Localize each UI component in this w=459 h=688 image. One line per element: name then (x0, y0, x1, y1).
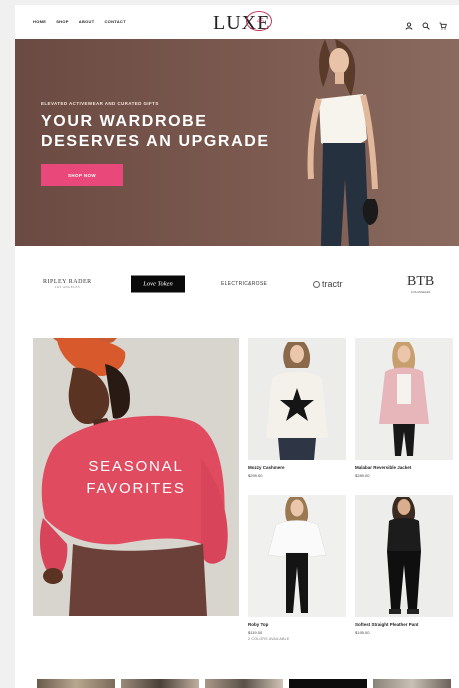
product-name[interactable]: Mozzy Cashmere (248, 465, 346, 470)
product-name[interactable]: Roby Top (248, 622, 346, 627)
product-photo (355, 495, 453, 617)
cart-icon[interactable] (439, 17, 447, 30)
search-icon[interactable] (422, 17, 430, 30)
hero-title: YOUR WARDROBE DESERVES AN UPGRADE (41, 112, 301, 152)
brand-name: tractr (322, 279, 343, 289)
hero-model-image (307, 39, 379, 246)
product-price: $289.00 (355, 473, 370, 478)
product-image[interactable] (248, 338, 346, 460)
logo-number: 45 (257, 17, 264, 25)
nav-contact[interactable]: CONTACT (104, 19, 125, 24)
product-image[interactable] (355, 495, 453, 617)
brand-logos: RIPLEY RADER LOS ANGELES Love Token ELEC… (15, 246, 459, 324)
brand-name: Love Token (143, 280, 173, 288)
product-name[interactable]: Softest Straight Pleather Pant (355, 622, 453, 627)
brand-btb[interactable]: BTB LOS ANGELES (407, 274, 434, 294)
product-price: $119.00 (248, 630, 263, 635)
product-card[interactable]: Malabar Reversible Jacket $289.00 (355, 338, 453, 478)
brand-name: ELECTRIC&ROSE (221, 281, 268, 287)
brand-ripley-rader[interactable]: RIPLEY RADER LOS ANGELES (43, 279, 92, 289)
seasonal-favorites-tile[interactable]: SEASONAL FAVORITES (33, 338, 239, 616)
brand-name: BTB (407, 274, 435, 289)
product-card[interactable]: Softest Straight Pleather Pant $195.00 (355, 495, 453, 635)
nav-about[interactable]: ABOUT (79, 19, 95, 24)
hero-banner: ELEVATED ACTIVEWEAR AND CURATED GIFTS YO… (15, 39, 459, 246)
product-name[interactable]: Malabar Reversible Jacket (355, 465, 453, 470)
shop-now-button[interactable]: SHOP NOW (41, 164, 123, 186)
nav-home[interactable]: HOME (33, 19, 46, 24)
brand-sub: LOS ANGELES (54, 285, 81, 289)
site-logo[interactable]: LUXE 45 (213, 10, 275, 34)
brand-love-token[interactable]: Love Token (131, 275, 185, 293)
product-image[interactable] (248, 495, 346, 617)
product-price: $299.00 (248, 473, 263, 478)
brand-sub: LOS ANGELES (410, 290, 431, 294)
product-photo (248, 338, 346, 460)
main-nav: HOME SHOP ABOUT CONTACT (33, 19, 126, 24)
bottom-thumbnail[interactable] (205, 679, 283, 688)
header-icons (405, 17, 447, 30)
product-card[interactable]: Mozzy Cashmere $299.00 (248, 338, 346, 478)
product-card[interactable]: Roby Top $119.00 2 COLORS AVAILABLE (248, 495, 346, 641)
product-color-note: 2 COLORS AVAILABLE (248, 637, 290, 641)
product-photo (248, 495, 346, 617)
bottom-thumbnail[interactable] (121, 679, 199, 688)
promo-line-2: FAVORITES (86, 480, 186, 497)
page: HOME SHOP ABOUT CONTACT LUXE 45 ELEVATED… (15, 5, 459, 688)
brand-electric-rose[interactable]: ELECTRIC&ROSE (221, 281, 267, 287)
hero-eyebrow: ELEVATED ACTIVEWEAR AND CURATED GIFTS (41, 101, 159, 106)
product-image[interactable] (355, 338, 453, 460)
nav-shop[interactable]: SHOP (56, 19, 69, 24)
promo-line-1: SEASONAL (88, 458, 184, 475)
site-header: HOME SHOP ABOUT CONTACT LUXE 45 (15, 5, 459, 39)
hero-title-line-1: YOUR WARDROBE (41, 113, 208, 130)
product-price: $195.00 (355, 630, 370, 635)
product-photo (355, 338, 453, 460)
brand-tractr[interactable]: tractr (313, 279, 343, 289)
bottom-thumbnail[interactable] (373, 679, 451, 688)
promo-heading: SEASONAL FAVORITES (33, 456, 239, 500)
bottom-thumbnail[interactable] (289, 679, 367, 688)
bottom-thumbnail[interactable] (37, 679, 115, 688)
account-icon[interactable] (405, 17, 413, 30)
hero-title-line-2: DESERVES AN UPGRADE (41, 133, 270, 150)
tractr-icon (313, 281, 320, 288)
